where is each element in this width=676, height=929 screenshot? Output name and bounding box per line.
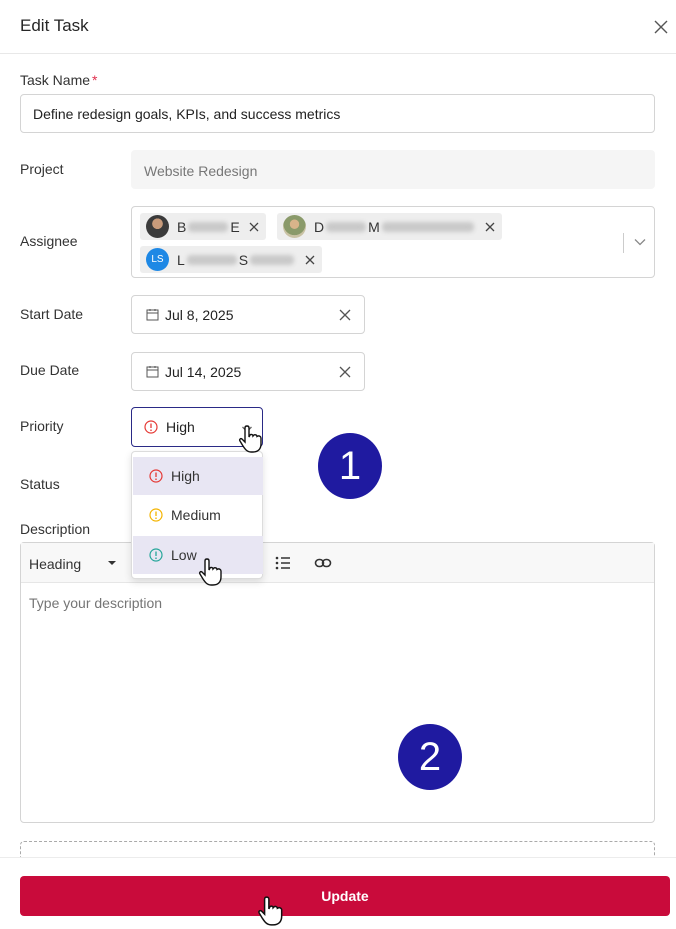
modal-header: Edit Task [0,0,676,54]
option-label: Low [171,547,197,563]
hand-cursor-icon [258,896,283,926]
start-date-picker[interactable]: Jul 8, 2025 [131,295,365,334]
assignee-first-initial: B [177,218,187,235]
close-icon[interactable] [651,17,671,37]
update-button[interactable]: Update [20,876,670,916]
task-name-label: Task Name * [20,72,98,88]
clear-icon[interactable] [339,366,351,378]
priority-selected-value: High [166,419,195,435]
assignee-chip: D M [277,213,502,240]
clear-icon[interactable] [339,309,351,321]
required-mark: * [92,72,98,88]
description-textarea[interactable] [21,583,654,822]
option-label: Medium [171,507,221,523]
avatar [283,215,306,238]
assignee-label: Assignee [20,233,78,249]
modal-title: Edit Task [20,16,89,35]
start-date-value: Jul 8, 2025 [165,306,234,323]
caret-down-icon[interactable] [107,559,117,567]
due-date-value: Jul 14, 2025 [165,363,242,380]
assignee-chip: B E [140,213,266,240]
step-marker-2: 2 [398,724,462,790]
assignee-first-initial: L [177,251,185,268]
hand-cursor-icon [238,425,262,453]
assignee-last-initial: E [230,218,240,235]
assignee-last-initial: S [238,251,249,268]
start-date-label: Start Date [20,306,84,322]
priority-label: Priority [20,418,64,434]
project-label: Project [20,161,64,177]
option-label: High [171,468,200,484]
due-date-picker[interactable]: Jul 14, 2025 [131,352,365,391]
priority-high-icon [144,420,158,434]
calendar-icon [146,366,159,378]
calendar-icon [146,309,159,321]
assignee-last-initial: M [368,218,380,235]
remove-chip-icon[interactable] [248,221,260,233]
task-name-input[interactable]: Define redesign goals, KPIs, and success… [20,94,655,133]
hand-cursor-icon [198,558,222,586]
remove-chip-icon[interactable] [304,254,316,266]
priority-medium-icon [149,508,163,522]
step-marker-1: 1 [318,433,382,499]
project-field: Website Redesign [131,150,655,189]
avatar [146,215,169,238]
assignee-chip: LS L S [140,246,323,273]
priority-high-icon [149,469,163,483]
bullet-list-icon[interactable] [274,554,292,572]
link-icon[interactable] [314,554,332,572]
chevron-down-icon[interactable] [633,235,647,249]
editor-toolbar: Heading [21,543,654,583]
status-label: Status [20,476,60,492]
remove-chip-icon[interactable] [484,221,496,233]
heading-select[interactable]: Heading [29,556,81,572]
assignee-select[interactable]: B E D M LS L S [131,206,655,278]
description-editor: Heading [20,542,655,823]
assignee-first-initial: D [314,218,325,235]
priority-option-medium[interactable]: Medium [133,496,263,534]
description-label: Description [20,521,91,537]
priority-option-high[interactable]: High [133,457,263,495]
avatar: LS [146,248,169,271]
priority-low-icon [149,548,163,562]
due-date-label: Due Date [20,362,80,378]
priority-dropdown: High Medium Low [131,451,263,579]
divider [623,233,624,253]
